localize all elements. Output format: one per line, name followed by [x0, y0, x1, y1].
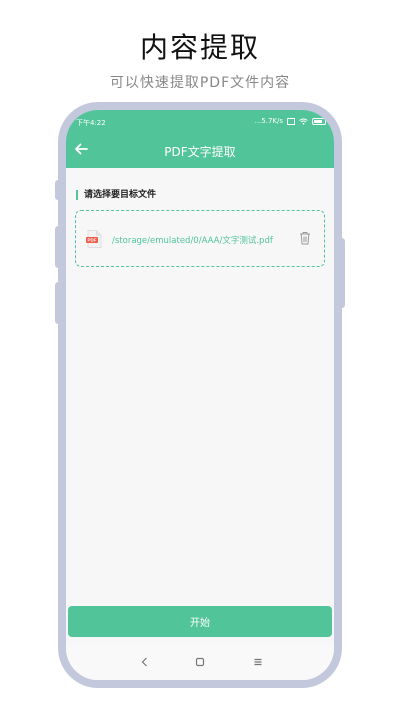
nav-menu-icon[interactable] — [252, 656, 264, 668]
promo-subtitle: 可以快速提取PDF文件内容 — [109, 75, 291, 91]
delete-file-button[interactable] — [298, 230, 312, 246]
section-label: 请选择要目标文件 — [76, 190, 156, 200]
network-speed: ...5.7K/s — [254, 117, 283, 125]
system-nav-bar — [66, 644, 334, 680]
phone-frame: 下午4:22 ...5.7K/s PDF文字提取 请选择要目标文件 PDF /s… — [58, 102, 342, 688]
start-button[interactable]: 开始 — [68, 606, 332, 637]
app-bar: 下午4:22 ...5.7K/s PDF文字提取 — [66, 110, 334, 168]
wifi-icon — [299, 118, 308, 125]
trash-icon — [300, 232, 310, 245]
status-time: 下午4:22 — [76, 119, 106, 127]
file-path: /storage/emulated/0/AAA/文字测试.pdf — [112, 236, 273, 246]
page-title: PDF文字提取 — [164, 145, 236, 159]
selected-file-card[interactable]: PDF /storage/emulated/0/AAA/文字测试.pdf — [75, 210, 325, 267]
battery-icon — [312, 117, 326, 125]
status-bar: 下午4:22 ...5.7K/s — [66, 116, 334, 130]
svg-text:PDF: PDF — [88, 238, 97, 243]
nav-home-icon[interactable] — [194, 656, 206, 668]
pdf-file-icon: PDF — [86, 230, 102, 248]
nav-back-icon[interactable] — [139, 656, 151, 668]
promo-title: 内容提取 — [139, 31, 260, 64]
status-indicators: ...5.7K/s — [255, 117, 326, 125]
sim-icon — [287, 117, 295, 125]
phone-screen: 下午4:22 ...5.7K/s PDF文字提取 请选择要目标文件 PDF /s… — [66, 110, 334, 680]
